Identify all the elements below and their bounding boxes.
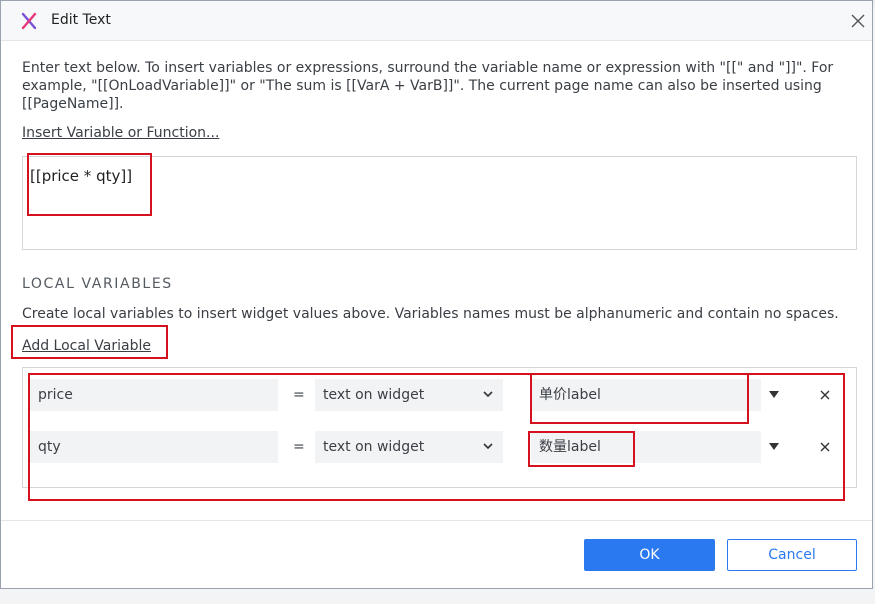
footer-divider bbox=[1, 520, 872, 521]
insert-variable-link[interactable]: Insert Variable or Function... bbox=[22, 125, 219, 141]
variable-type-value: text on widget bbox=[323, 439, 425, 455]
variable-type-value: text on widget bbox=[323, 387, 425, 403]
cancel-button[interactable]: Cancel bbox=[727, 539, 857, 571]
edit-text-dialog: Edit Text Enter text below. To insert va… bbox=[0, 0, 873, 589]
remove-variable-icon[interactable] bbox=[819, 389, 831, 401]
add-local-variable-link[interactable]: Add Local Variable bbox=[22, 338, 151, 354]
variable-name-input[interactable]: qty bbox=[30, 431, 278, 463]
local-variables-hint: Create local variables to insert widget … bbox=[22, 306, 839, 322]
variable-name-input[interactable]: price bbox=[30, 379, 278, 411]
dialog-title: Edit Text bbox=[51, 12, 111, 28]
chevron-down-icon bbox=[483, 443, 493, 450]
equals-sign: = bbox=[293, 439, 305, 455]
local-variable-row: qty = text on widget 数量label bbox=[23, 431, 856, 463]
variable-type-select[interactable]: text on widget bbox=[315, 431, 503, 463]
app-logo-icon bbox=[21, 12, 37, 30]
dropdown-triangle-icon[interactable] bbox=[769, 391, 779, 399]
equals-sign: = bbox=[293, 387, 305, 403]
close-icon[interactable] bbox=[849, 12, 867, 30]
widget-target-field[interactable]: 数量label bbox=[531, 431, 761, 463]
text-input-area[interactable]: [[price * qty]] bbox=[22, 156, 857, 250]
chevron-down-icon bbox=[483, 391, 493, 398]
ok-button[interactable]: OK bbox=[584, 539, 715, 571]
remove-variable-icon[interactable] bbox=[819, 441, 831, 453]
text-area-value: [[price * qty]] bbox=[30, 167, 133, 185]
title-bar: Edit Text bbox=[1, 1, 872, 41]
local-variable-row: price = text on widget 单价label bbox=[23, 379, 856, 411]
variable-type-select[interactable]: text on widget bbox=[315, 379, 503, 411]
widget-target-field[interactable]: 单价label bbox=[531, 379, 761, 411]
local-variables-heading: LOCAL VARIABLES bbox=[22, 276, 173, 292]
local-variables-panel: price = text on widget 单价label qty = tex… bbox=[22, 367, 857, 488]
instructions-text: Enter text below. To insert variables or… bbox=[22, 60, 834, 112]
dropdown-triangle-icon[interactable] bbox=[769, 443, 779, 451]
